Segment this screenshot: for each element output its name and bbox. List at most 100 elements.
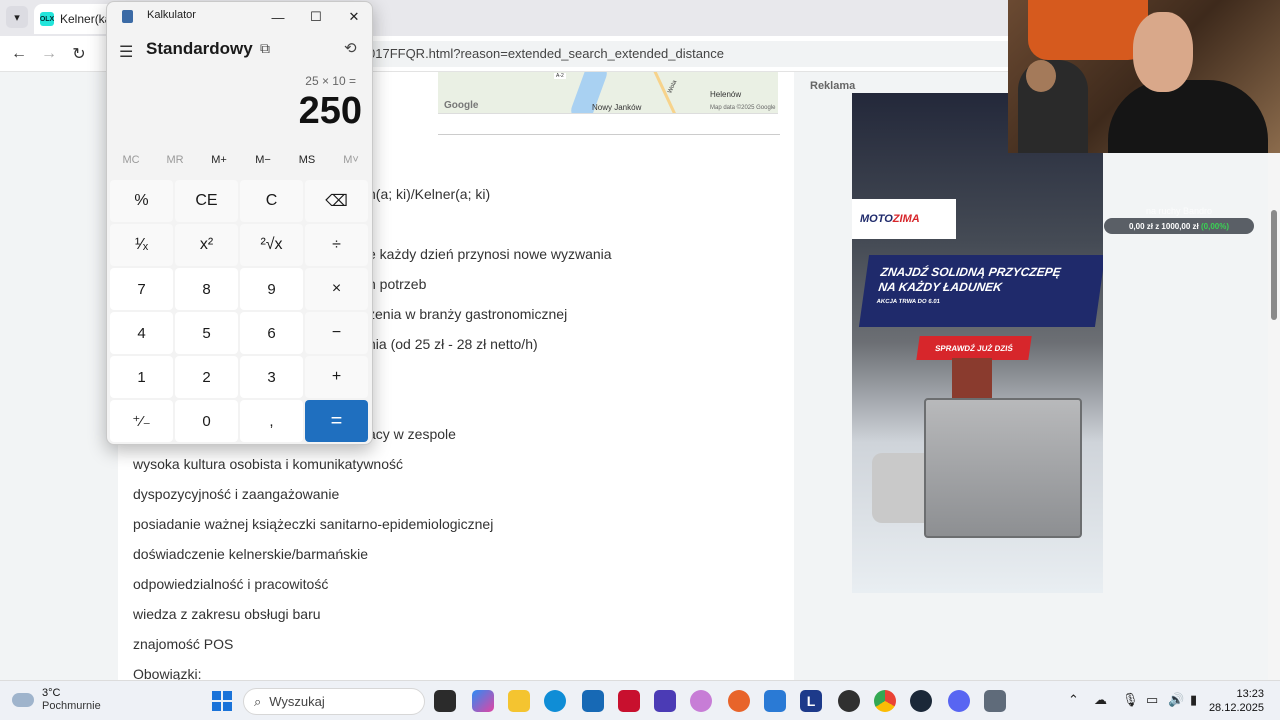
search-placeholder: Wyszukaj bbox=[269, 694, 325, 709]
goal-progress-percent: (0,00%) bbox=[1201, 221, 1230, 231]
article-line: acy w zespole bbox=[368, 426, 456, 442]
calculator-taskbar-icon[interactable] bbox=[984, 690, 1006, 712]
ad-headline-1: ZNAJDŹ SOLIDNĄ PRZYCZEPĘ bbox=[879, 265, 1062, 279]
article-line: doświadczenie kelnerskie/barmańskie bbox=[133, 546, 369, 562]
menu-icon[interactable]: ☰ bbox=[119, 42, 133, 62]
ad-label: Reklama bbox=[810, 80, 856, 92]
store-icon[interactable] bbox=[582, 690, 604, 712]
divider bbox=[438, 134, 780, 135]
ad-headline-banner: ZNAJDŹ SOLIDNĄ PRZYCZEPĘ NA KAŻDY ŁADUNE… bbox=[858, 255, 1103, 327]
webcam-background-clothes bbox=[1028, 0, 1148, 60]
memory-recall-button[interactable]: MR bbox=[153, 154, 197, 174]
clear-entry-button[interactable]: CE bbox=[175, 180, 238, 222]
weather-condition: Pochmurnie bbox=[42, 700, 101, 712]
steam-icon[interactable] bbox=[910, 690, 932, 712]
microphone-icon[interactable]: 🎙 bbox=[1122, 692, 1139, 708]
obs-icon[interactable] bbox=[838, 690, 860, 712]
copilot-icon[interactable] bbox=[472, 690, 494, 712]
history-icon[interactable]: ⟲ bbox=[344, 39, 357, 57]
windows-start-icon[interactable] bbox=[212, 691, 232, 711]
reload-icon[interactable]: ↻ bbox=[68, 43, 90, 65]
article-line: dyspozycyjność i zaangażowanie bbox=[133, 486, 340, 502]
clear-button[interactable]: C bbox=[240, 180, 303, 222]
digit-2-button[interactable]: 2 bbox=[175, 356, 238, 398]
keep-on-top-icon[interactable]: ⧉ bbox=[260, 40, 270, 57]
backspace-icon[interactable]: ⌫ bbox=[305, 180, 368, 222]
advertisement[interactable]: MOTO ZIMA ZNAJDŹ SOLIDNĄ PRZYCZEPĘ NA KAŻ… bbox=[852, 93, 1103, 593]
goal-title: na ruchy Bandro bbox=[1145, 206, 1213, 216]
memory-subtract-button[interactable]: M− bbox=[241, 154, 285, 174]
ad-trailer-image bbox=[924, 398, 1082, 538]
digit-9-button[interactable]: 9 bbox=[240, 268, 303, 310]
edge-icon[interactable] bbox=[544, 690, 566, 712]
decimal-button[interactable]: , bbox=[240, 400, 303, 442]
network-icon[interactable]: ▭ bbox=[1146, 692, 1158, 708]
digit-1-button[interactable]: 1 bbox=[110, 356, 173, 398]
article-line: wiedza z zakresu obsługi baru bbox=[133, 606, 321, 622]
app-flower-icon[interactable] bbox=[690, 690, 712, 712]
memory-clear-button[interactable]: MC bbox=[109, 154, 153, 174]
article-line: nia (od 25 zł - 28 zł netto/h) bbox=[368, 336, 538, 352]
digit-8-button[interactable]: 8 bbox=[175, 268, 238, 310]
webcam-person-left-head bbox=[1026, 60, 1056, 92]
location-map[interactable]: Google Nowy Janków Helenów Wola Map data… bbox=[438, 72, 778, 114]
cloud-icon bbox=[12, 693, 34, 707]
battery-icon[interactable]: ▮ bbox=[1190, 692, 1197, 708]
launcher-l-icon[interactable]: L bbox=[800, 690, 822, 712]
calculator-titlebar[interactable]: Kalkulator — ☐ ✕ bbox=[107, 2, 372, 30]
maximize-icon[interactable]: ☐ bbox=[301, 6, 331, 28]
memory-store-button[interactable]: MS bbox=[285, 154, 329, 174]
browser-tab[interactable]: OLX Kelner(ka), bbox=[34, 4, 114, 34]
article-line: e każdy dzień przynosi nowe wyzwania bbox=[368, 246, 612, 262]
digit-5-button[interactable]: 5 bbox=[175, 312, 238, 354]
digit-6-button[interactable]: 6 bbox=[240, 312, 303, 354]
calculator-app-icon bbox=[122, 10, 133, 23]
volume-icon[interactable]: 🔊 bbox=[1168, 692, 1184, 708]
forward-arrow-icon[interactable]: → bbox=[38, 43, 60, 65]
add-button[interactable]: + bbox=[305, 356, 368, 398]
article-line: zenia w branży gastronomicznej bbox=[368, 306, 568, 322]
discord-icon[interactable] bbox=[948, 690, 970, 712]
back-arrow-icon[interactable]: ← bbox=[8, 43, 30, 65]
webcam-person-right-head bbox=[1133, 12, 1193, 92]
keypad: % CE C ⌫ ¹⁄ₓ x² ²√x ÷ 7 8 9 × 4 5 6 − 1 … bbox=[110, 180, 372, 442]
scrollbar-thumb[interactable] bbox=[1271, 210, 1277, 320]
chevron-up-icon[interactable]: ⌃ bbox=[1068, 692, 1079, 708]
goal-progress-bar: 0,00 zł z 1000,00 zł (0,00%) bbox=[1104, 218, 1254, 234]
digit-7-button[interactable]: 7 bbox=[110, 268, 173, 310]
mail-icon[interactable] bbox=[764, 690, 786, 712]
taskbar-search[interactable]: ⌕ Wyszukaj bbox=[243, 688, 425, 715]
memory-add-button[interactable]: M+ bbox=[197, 154, 241, 174]
multiply-button[interactable]: × bbox=[305, 268, 368, 310]
firefox-icon[interactable] bbox=[728, 690, 750, 712]
close-icon[interactable]: ✕ bbox=[339, 6, 369, 28]
map-label-road: Wola bbox=[667, 79, 679, 95]
security-app-icon[interactable] bbox=[654, 690, 676, 712]
digit-3-button[interactable]: 3 bbox=[240, 356, 303, 398]
mcafee-icon[interactable] bbox=[618, 690, 640, 712]
tab-search-button[interactable]: ▾ bbox=[6, 6, 28, 28]
negate-button[interactable]: ⁺⁄₋ bbox=[110, 400, 173, 442]
chrome-icon[interactable] bbox=[874, 690, 896, 712]
weather-widget[interactable]: 3°C Pochmurnie bbox=[12, 687, 101, 713]
digit-4-button[interactable]: 4 bbox=[110, 312, 173, 354]
memory-list-button[interactable]: M˅ bbox=[329, 154, 372, 174]
square-root-button[interactable]: ²√x bbox=[240, 224, 303, 266]
equals-button[interactable]: = bbox=[305, 400, 368, 442]
task-view-icon[interactable] bbox=[434, 690, 456, 712]
reciprocal-button[interactable]: ¹⁄ₓ bbox=[110, 224, 173, 266]
map-road bbox=[650, 72, 679, 113]
square-button[interactable]: x² bbox=[175, 224, 238, 266]
minimize-icon[interactable]: — bbox=[263, 6, 293, 28]
system-clock[interactable]: 13:23 28.12.2025 bbox=[1209, 687, 1264, 715]
article-line: wysoka kultura osobista i komunikatywnoś… bbox=[133, 456, 404, 472]
cloud-sync-icon[interactable]: ☁ bbox=[1094, 692, 1107, 708]
ad-cta-button[interactable]: SPRAWDŹ JUŻ DZIŚ bbox=[916, 336, 1032, 360]
digit-0-button[interactable]: 0 bbox=[175, 400, 238, 442]
address-bar[interactable]: 017FFQR.html?reason=extended_search_exte… bbox=[360, 41, 1010, 67]
percent-button[interactable]: % bbox=[110, 180, 173, 222]
subtract-button[interactable]: − bbox=[305, 312, 368, 354]
weather-temp: 3°C bbox=[42, 687, 61, 699]
file-explorer-icon[interactable] bbox=[508, 690, 530, 712]
divide-button[interactable]: ÷ bbox=[305, 224, 368, 266]
